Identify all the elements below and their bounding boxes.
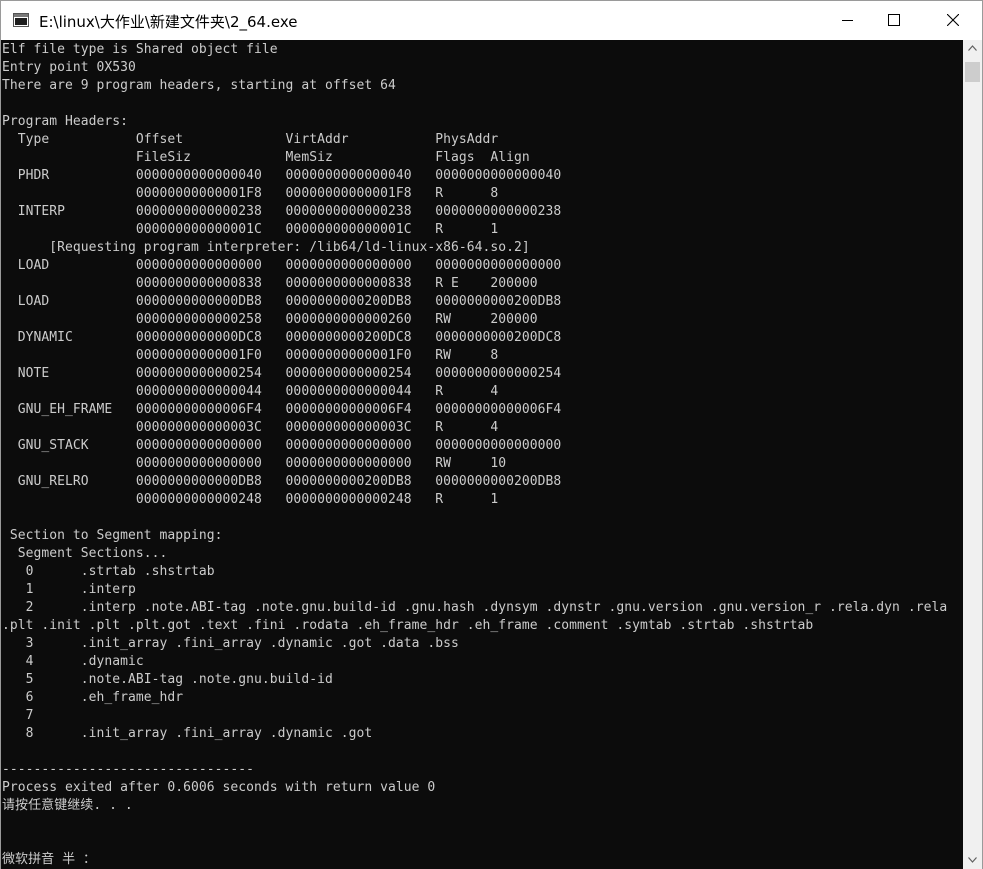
console-line: 5 .note.ABI-tag .note.gnu.build-id	[2, 672, 333, 687]
console-line: 8 .init_array .fini_array .dynamic .got	[2, 726, 373, 741]
scroll-up-arrow-icon	[968, 45, 977, 51]
console-line: GNU_RELRO 0000000000000DB8 0000000000200…	[2, 474, 562, 489]
console-line: 000000000000001C 000000000000001C R 1	[2, 222, 499, 237]
scroll-up-button[interactable]	[963, 40, 982, 57]
console-line: Elf file type is Shared object file	[2, 42, 278, 57]
console-line: Section to Segment mapping:	[2, 528, 223, 543]
scroll-down-arrow-icon	[968, 857, 977, 863]
title-bar[interactable]: E:\linux\大作业\新建文件夹\2_64.exe	[1, 1, 982, 40]
window-title: E:\linux\大作业\新建文件夹\2_64.exe	[39, 13, 298, 31]
console-line: DYNAMIC 0000000000000DC8 0000000000200DC…	[2, 330, 562, 345]
close-icon	[947, 14, 959, 26]
console-line: PHDR 0000000000000040 0000000000000040 0…	[2, 168, 562, 183]
ime-status-line: 微软拼音 半 ：	[2, 852, 97, 867]
console-output-area[interactable]: Elf file type is Shared object file Entry…	[1, 40, 963, 869]
console-line: 请按任意键继续. . .	[2, 798, 133, 813]
console-line: Program Headers:	[2, 114, 129, 129]
console-line: There are 9 program headers, starting at…	[2, 78, 396, 93]
vertical-scrollbar[interactable]	[963, 40, 982, 869]
minimize-icon	[842, 20, 853, 21]
console-app-icon	[13, 13, 29, 27]
console-line: INTERP 0000000000000238 0000000000000238…	[2, 204, 562, 219]
console-line: 0000000000000258 0000000000000260 RW 200…	[2, 312, 538, 327]
console-line: 0000000000000248 0000000000000248 R 1	[2, 492, 499, 507]
console-text: Elf file type is Shared object file Entry…	[1, 40, 963, 869]
console-window: E:\linux\大作业\新建文件夹\2_64.exe Elf file typ…	[0, 0, 983, 869]
console-line: 0000000000000044 0000000000000044 R 4	[2, 384, 499, 399]
console-line: 00000000000001F8 00000000000001F8 R 8	[2, 186, 499, 201]
console-line: LOAD 0000000000000000 0000000000000000 0…	[2, 258, 562, 273]
console-line: 0000000000000000 0000000000000000 RW 10	[2, 456, 507, 471]
console-line: 0 .strtab .shstrtab	[2, 564, 215, 579]
console-line: Entry point 0X530	[2, 60, 136, 75]
console-line: GNU_EH_FRAME 00000000000006F4 0000000000…	[2, 402, 562, 417]
console-line: NOTE 0000000000000254 0000000000000254 0…	[2, 366, 562, 381]
console-line: 2 .interp .note.ABI-tag .note.gnu.build-…	[2, 600, 948, 615]
console-line: GNU_STACK 0000000000000000 0000000000000…	[2, 438, 562, 453]
console-line: 3 .init_array .fini_array .dynamic .got …	[2, 636, 459, 651]
console-line: 4 .dynamic	[2, 654, 144, 669]
console-line: 00000000000001F0 00000000000001F0 RW 8	[2, 348, 499, 363]
console-line: Segment Sections...	[2, 546, 168, 561]
console-line: [Requesting program interpreter: /lib64/…	[2, 240, 530, 255]
console-line: 0000000000000838 0000000000000838 R E 20…	[2, 276, 538, 291]
console-line: 6 .eh_frame_hdr	[2, 690, 184, 705]
console-line: LOAD 0000000000000DB8 0000000000200DB8 0…	[2, 294, 562, 309]
console-line: --------------------------------	[2, 762, 255, 777]
console-line: 1 .interp	[2, 582, 136, 597]
maximize-button[interactable]	[871, 1, 917, 40]
minimize-button[interactable]	[825, 1, 871, 40]
maximize-icon	[888, 14, 900, 26]
scrollbar-thumb[interactable]	[965, 62, 980, 82]
close-button[interactable]	[930, 1, 976, 40]
console-line: 000000000000003C 000000000000003C R 4	[2, 420, 499, 435]
console-line: 7	[2, 708, 34, 723]
console-line: Process exited after 0.6006 seconds with…	[2, 780, 436, 795]
console-line: FileSiz MemSiz Flags Align	[2, 150, 530, 165]
console-line: Type Offset VirtAddr PhysAddr	[2, 132, 499, 147]
scroll-down-button[interactable]	[963, 852, 982, 869]
console-line: .plt .init .plt .plt.got .text .fini .ro…	[2, 618, 814, 633]
